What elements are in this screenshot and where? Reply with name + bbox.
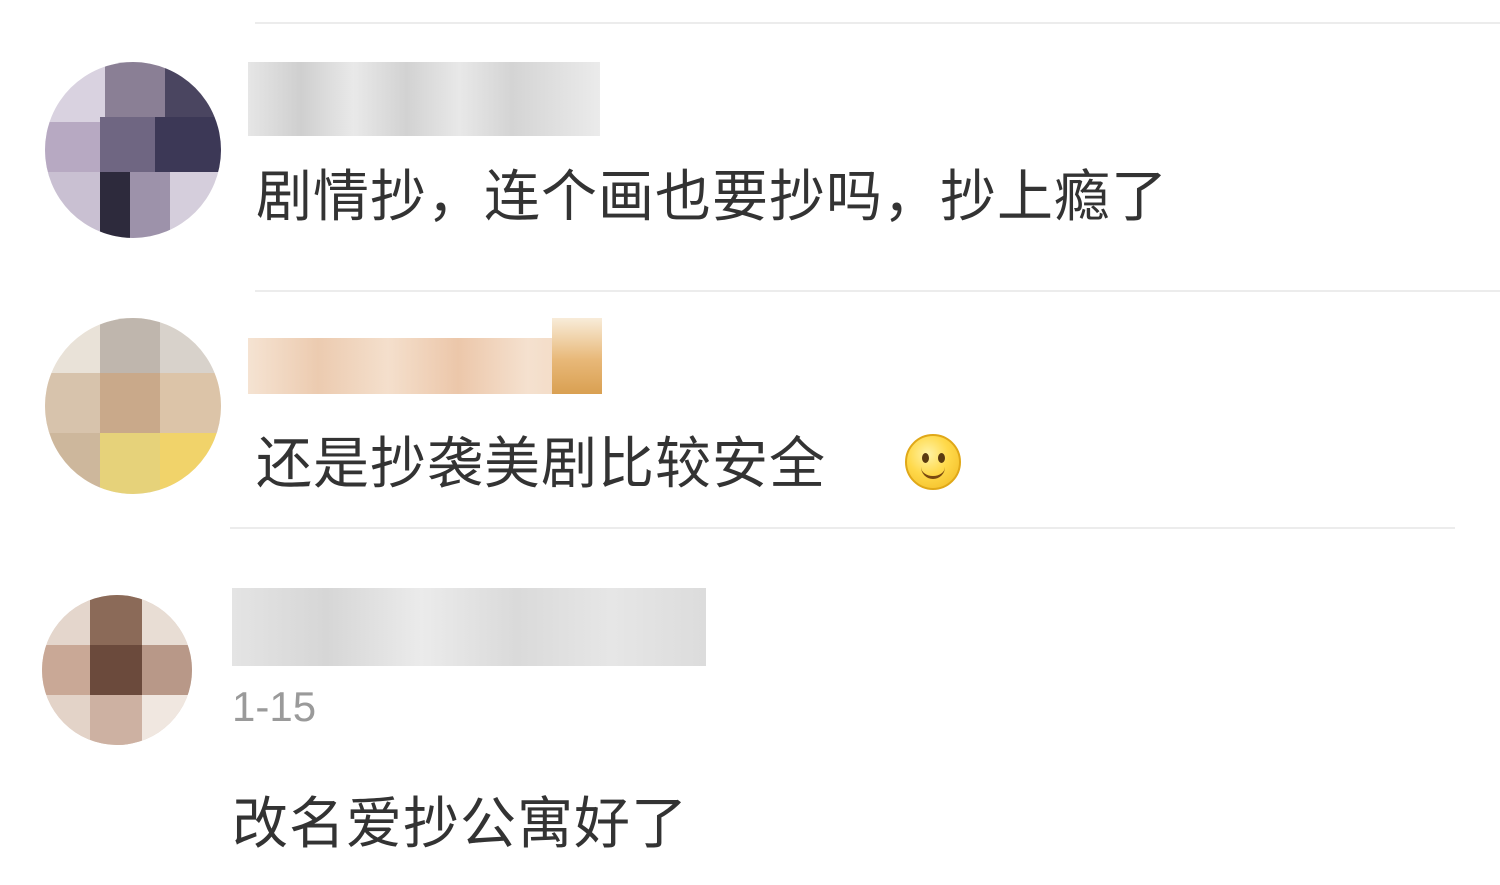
- badge-icon: [552, 318, 602, 394]
- comment-date: 1-15: [232, 683, 317, 730]
- comment-text: 还是抄袭美剧比较安全: [256, 432, 826, 497]
- avatar[interactable]: [45, 62, 221, 238]
- avatar[interactable]: [42, 595, 192, 745]
- comment-text: 剧情抄，连个画也要抄吗，抄上瘾了: [256, 165, 1168, 230]
- divider: [230, 527, 1455, 529]
- username-blurred[interactable]: [248, 62, 600, 136]
- username-blurred[interactable]: [232, 588, 706, 666]
- comment-list: 剧情抄，连个画也要抄吗，抄上瘾了 还是抄袭美剧比较安全 1-15 改名爱抄公寓好…: [0, 0, 1500, 885]
- avatar[interactable]: [45, 318, 221, 494]
- comment-text: 改名爱抄公寓好了: [232, 792, 688, 857]
- username-blurred[interactable]: [248, 338, 598, 394]
- smile-emoji-icon: [905, 434, 961, 490]
- divider: [255, 290, 1500, 292]
- divider: [255, 22, 1500, 24]
